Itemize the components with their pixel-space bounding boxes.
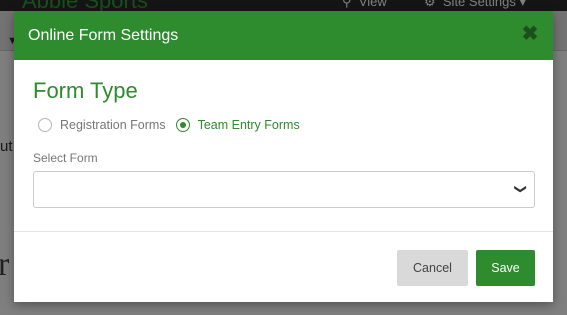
cancel-button[interactable]: Cancel [397,250,468,286]
online-form-settings-modal: Online Form Settings ✖ Form Type Registr… [14,11,553,302]
radio-label: Registration Forms [60,118,166,132]
chevron-down-icon: ❯ [513,183,528,195]
radio-team-entry-forms[interactable]: Team Entry Forms [175,118,300,132]
save-button[interactable]: Save [476,250,535,286]
form-type-heading: Form Type [33,78,138,103]
form-type-radio-group: Registration Forms Team Entry Forms [38,115,310,135]
radio-label: Team Entry Forms [197,118,300,132]
radio-button-unchecked[interactable] [38,118,52,132]
modal-title: Online Form Settings [28,27,179,44]
select-form-dropdown[interactable]: ❯ [33,171,535,208]
select-form-label: Select Form [33,151,98,165]
close-icon[interactable]: ✖ [519,23,541,45]
modal-header: Online Form Settings ✖ [14,11,553,60]
modal-footer: Cancel Save [14,231,553,302]
radio-registration-forms[interactable]: Registration Forms [38,118,166,132]
radio-button-checked[interactable] [175,118,190,132]
modal-body: Form Type Registration Forms Team Entry … [14,60,553,231]
